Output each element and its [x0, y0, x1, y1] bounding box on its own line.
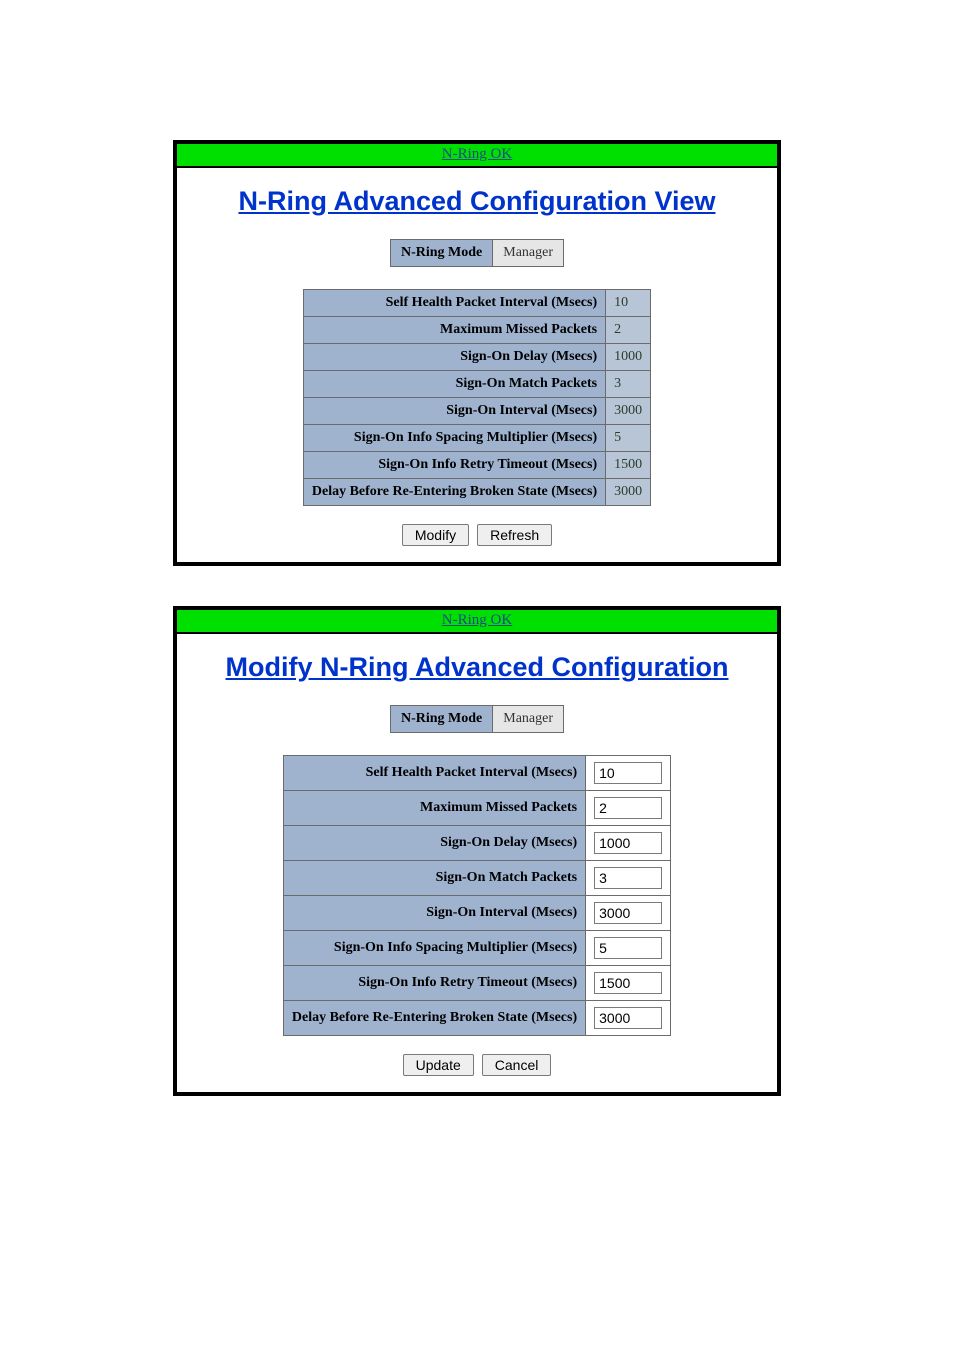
status-bar: N-Ring OK: [177, 144, 777, 168]
table-row: Sign-On Delay (Msecs) 1000: [303, 344, 650, 371]
setting-label: Sign-On Delay (Msecs): [303, 344, 605, 371]
setting-label: Sign-On Info Spacing Multiplier (Msecs): [303, 425, 605, 452]
self-health-interval-input[interactable]: [594, 762, 662, 784]
setting-label: Self Health Packet Interval (Msecs): [303, 290, 605, 317]
setting-label: Delay Before Re-Entering Broken State (M…: [303, 479, 605, 506]
table-row: Self Health Packet Interval (Msecs): [283, 756, 670, 791]
table-row: Delay Before Re-Entering Broken State (M…: [283, 1001, 670, 1036]
mode-label: N-Ring Mode: [390, 706, 492, 733]
setting-value: 1500: [606, 452, 651, 479]
sign-on-interval-input[interactable]: [594, 902, 662, 924]
table-row: Delay Before Re-Entering Broken State (M…: [303, 479, 650, 506]
table-row: Maximum Missed Packets: [283, 791, 670, 826]
table-row: Sign-On Interval (Msecs) 3000: [303, 398, 650, 425]
setting-value: 3000: [606, 398, 651, 425]
sign-on-info-retry-input[interactable]: [594, 972, 662, 994]
update-button[interactable]: Update: [403, 1054, 474, 1076]
setting-label: Sign-On Info Retry Timeout (Msecs): [303, 452, 605, 479]
modify-panel: N-Ring OK Modify N-Ring Advanced Configu…: [173, 606, 781, 1096]
table-row: Sign-On Info Spacing Multiplier (Msecs) …: [303, 425, 650, 452]
mode-table: N-Ring Mode Manager: [390, 239, 564, 267]
setting-label: Sign-On Delay (Msecs): [283, 826, 585, 861]
setting-value: 2: [606, 317, 651, 344]
sign-on-match-packets-input[interactable]: [594, 867, 662, 889]
setting-label: Sign-On Match Packets: [283, 861, 585, 896]
table-row: Self Health Packet Interval (Msecs) 10: [303, 290, 650, 317]
modify-button[interactable]: Modify: [402, 524, 469, 546]
setting-value: 5: [606, 425, 651, 452]
setting-value: 3: [606, 371, 651, 398]
setting-label: Sign-On Match Packets: [303, 371, 605, 398]
view-button-row: Modify Refresh: [187, 524, 767, 546]
setting-value: 10: [606, 290, 651, 317]
modify-button-row: Update Cancel: [187, 1054, 767, 1076]
max-missed-packets-input[interactable]: [594, 797, 662, 819]
setting-label: Sign-On Interval (Msecs): [303, 398, 605, 425]
setting-value: 1000: [606, 344, 651, 371]
table-row: Sign-On Match Packets: [283, 861, 670, 896]
setting-label: Sign-On Info Spacing Multiplier (Msecs): [283, 931, 585, 966]
refresh-button[interactable]: Refresh: [477, 524, 552, 546]
setting-value: 3000: [606, 479, 651, 506]
table-row: Sign-On Info Retry Timeout (Msecs) 1500: [303, 452, 650, 479]
mode-table: N-Ring Mode Manager: [390, 705, 564, 733]
setting-label: Delay Before Re-Entering Broken State (M…: [283, 1001, 585, 1036]
sign-on-info-spacing-input[interactable]: [594, 937, 662, 959]
settings-table-view: Self Health Packet Interval (Msecs) 10 M…: [303, 289, 651, 506]
setting-label: Self Health Packet Interval (Msecs): [283, 756, 585, 791]
setting-label: Maximum Missed Packets: [283, 791, 585, 826]
setting-label: Sign-On Info Retry Timeout (Msecs): [283, 966, 585, 1001]
table-row: Sign-On Interval (Msecs): [283, 896, 670, 931]
mode-label: N-Ring Mode: [390, 240, 492, 267]
table-row: Sign-On Delay (Msecs): [283, 826, 670, 861]
delay-broken-state-input[interactable]: [594, 1007, 662, 1029]
page-title: N-Ring Advanced Configuration View: [187, 186, 767, 217]
table-row: Sign-On Info Spacing Multiplier (Msecs): [283, 931, 670, 966]
table-row: Sign-On Info Retry Timeout (Msecs): [283, 966, 670, 1001]
table-row: Sign-On Match Packets 3: [303, 371, 650, 398]
cancel-button[interactable]: Cancel: [482, 1054, 552, 1076]
status-bar: N-Ring OK: [177, 610, 777, 634]
settings-table-edit: Self Health Packet Interval (Msecs) Maxi…: [283, 755, 671, 1036]
sign-on-delay-input[interactable]: [594, 832, 662, 854]
mode-value: Manager: [493, 240, 564, 267]
setting-label: Maximum Missed Packets: [303, 317, 605, 344]
table-row: Maximum Missed Packets 2: [303, 317, 650, 344]
view-panel: N-Ring OK N-Ring Advanced Configuration …: [173, 140, 781, 566]
page-title: Modify N-Ring Advanced Configuration: [187, 652, 767, 683]
mode-value: Manager: [493, 706, 564, 733]
setting-label: Sign-On Interval (Msecs): [283, 896, 585, 931]
